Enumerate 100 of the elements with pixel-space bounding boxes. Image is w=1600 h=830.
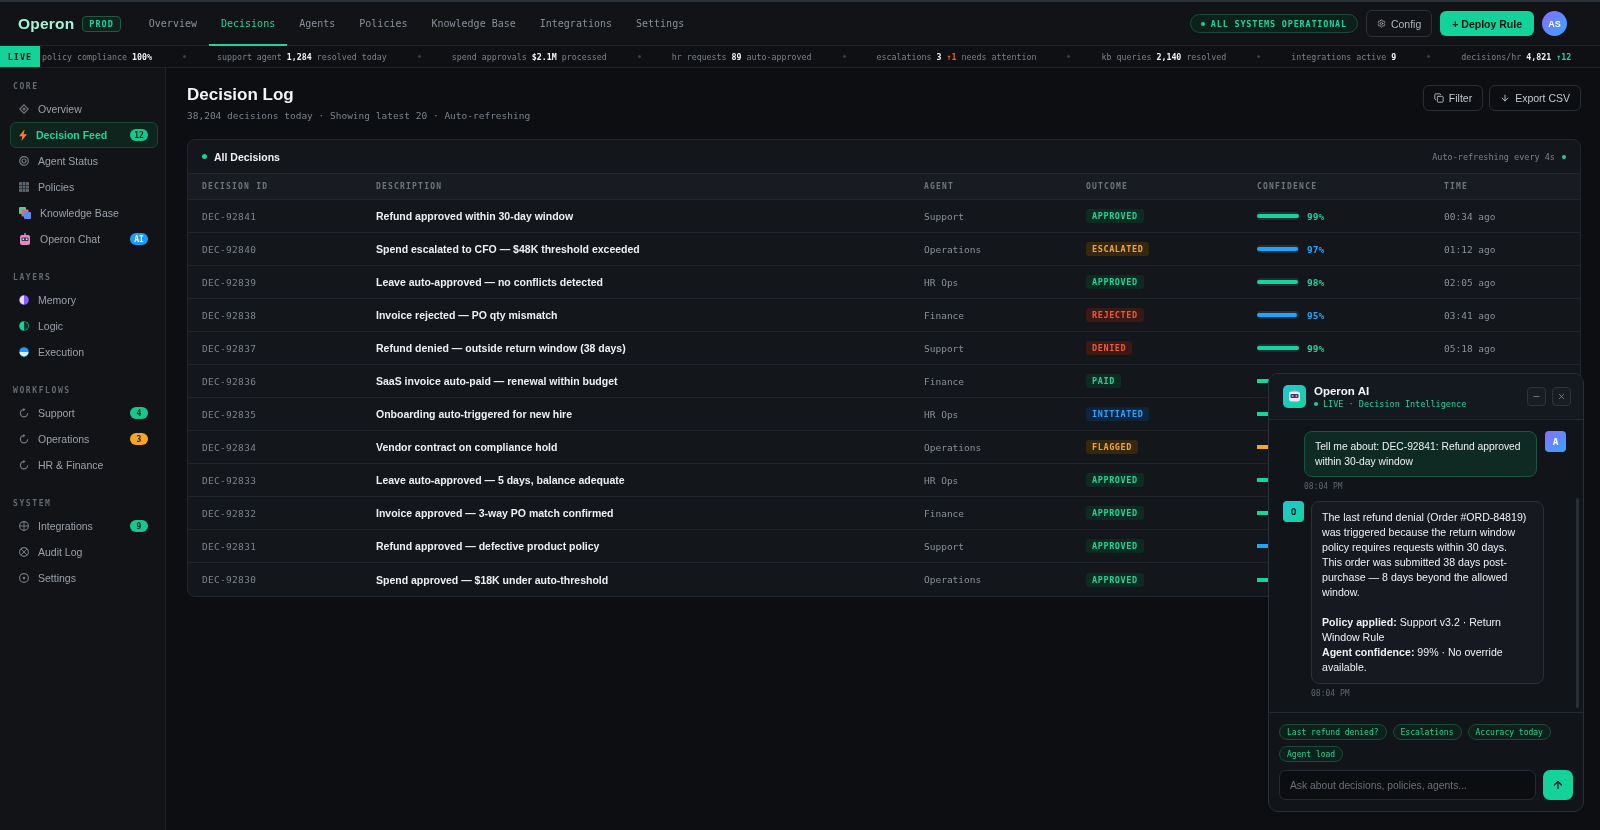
decision-description: Invoice approved — 3-way PO match confirmed [376,507,614,519]
stacked-squares-icon [19,207,31,219]
ticker-label: resolved today [316,51,387,62]
deploy-rule-button[interactable]: + Deploy Rule [1440,11,1534,36]
message-time: 08:04 PM [1311,689,1350,698]
robot-icon [19,233,31,245]
page-subtitle: 38,204 decisions today · Showing latest 20 · Auto-refreshing [187,109,531,122]
outcome-badge: APPROVED [1086,209,1144,223]
export-button[interactable]: Export CSV [1489,85,1581,111]
outcome-badge: PAID [1086,374,1121,388]
nav-tab[interactable]: Knowledge Base [419,2,528,46]
decision-description: Spend approved — $18K under auto-threshold [376,573,609,586]
nav-item[interactable]: Memory [10,287,158,313]
nav-tab[interactable]: Agents [287,2,348,46]
nav-item[interactable]: Support 4 [10,400,158,426]
half-circle-icon [19,347,29,357]
suggestion-chip[interactable]: Last refund denied? [1279,724,1387,740]
ticker-label: spend approvals [451,51,527,62]
suggestion-chip[interactable]: Agent load [1279,746,1344,762]
decision-id: DEC-92837 [202,342,257,354]
time-ago: 03:41 ago [1444,309,1496,321]
agent-name: Operations [924,243,982,255]
count-badge: 3 [130,433,148,445]
nav-item[interactable]: Knowledge Base [10,200,158,226]
half-circle-icon [19,295,29,305]
nav-item[interactable]: Operations 3 [10,426,158,452]
nav-item[interactable]: Decision Feed 12 [10,122,158,148]
count-badge: 4 [130,407,148,419]
agent-name: Finance [924,375,965,387]
environment-badge: PROD [82,15,121,32]
ticker-value: $2.1M [531,51,557,62]
count-badge: 9 [130,520,148,532]
column-header: DECISION ID [202,182,269,191]
agent-name: HR Ops [924,408,959,420]
chat-input[interactable]: Ask about decisions, policies, agents... [1279,770,1536,800]
time-ago: 01:12 ago [1444,243,1496,255]
agent-name: Finance [924,507,965,519]
ticker-value: 1,284 [286,51,312,62]
outcome-badge: FLAGGED [1086,440,1139,454]
decision-description: Refund approved — defective product policy [376,540,600,552]
column-header: TIME [1444,182,1469,191]
nav-item[interactable]: Operon Chat AI [10,226,158,252]
nav-item[interactable]: Execution [10,339,158,365]
decision-id: DEC-92831 [202,540,257,552]
target-icon [19,156,29,166]
outcome-badge: APPROVED [1086,506,1144,520]
nav-tab[interactable]: Policies [347,2,420,46]
suggestion-chip[interactable]: Accuracy today [1467,724,1551,740]
decision-id: DEC-92836 [202,375,257,387]
agent-name: HR Ops [924,276,959,288]
nav-item[interactable]: Logic [10,313,158,339]
settings-icon [1376,19,1386,28]
nav-tab[interactable]: Integrations [527,2,624,46]
message-text: Policy applied: Support v3.2 · Return Window Rule Agent confidence: 99% · No override available. [1322,615,1504,675]
ticker-value: 4,821 [1526,51,1552,62]
time-ago: 00:34 ago [1444,210,1496,222]
decision-description: Invoice rejected — PO qty mismatch [376,309,558,321]
user-avatar: A [1545,431,1566,452]
ticker-trend: ↑1 [946,51,957,62]
suggestion-chip[interactable]: Escalations [1392,724,1462,740]
nav-item[interactable]: Settings [10,565,158,591]
decision-description: Refund approved within 30-day window [376,210,574,222]
section-heading: SYSTEM [13,498,52,510]
confidence-value: 97% [1307,243,1325,255]
ticker-value: 9 [1391,51,1397,62]
ticker-value: 2,140 [1156,51,1182,62]
lightning-icon [19,129,27,141]
nav-item[interactable]: Audit Log [10,539,158,565]
ticker-value: 100% [131,51,152,62]
nav-item[interactable]: Policies [10,174,158,200]
nav-tab[interactable]: Settings [624,2,697,46]
agent-name: Support [924,540,965,552]
filter-button[interactable]: Filter [1422,85,1484,111]
column-header: CONFIDENCE [1257,182,1318,191]
section-heading: CORE [13,81,39,93]
column-header: DESCRIPTION [376,182,443,191]
system-status-text: ALL SYSTEMS OPERATIONAL [1210,18,1347,29]
nav-item[interactable]: Agent Status [10,148,158,174]
grid-icon [19,182,29,192]
chat-status: LIVE · Decision Intelligence [1323,398,1467,409]
decision-id: DEC-92839 [202,276,257,288]
nav-item[interactable]: Overview [10,96,158,122]
circular-arrow-icon [19,434,29,444]
decision-description: Leave auto-approved — 5 days, balance adequate [376,474,625,486]
nav-item[interactable]: HR & Finance [10,452,158,478]
nav-tab[interactable]: Overview [136,2,209,46]
close-button[interactable] [1552,387,1571,406]
decision-description: Vendor contract on compliance hold [376,441,558,453]
agent-name: Operations [924,441,982,453]
ticker-value: 3 [936,51,942,62]
logo: Operon [18,14,75,33]
nav-item[interactable]: Integrations 9 [10,513,158,539]
robot-icon [1283,385,1306,408]
send-button[interactable] [1543,770,1573,800]
agent-name: Operations [924,574,982,585]
circular-arrow-icon [19,408,29,418]
confidence-value: 99% [1307,342,1325,354]
ticker-label: resolved [1186,51,1227,62]
status-dot-icon [202,154,207,159]
config-button[interactable]: Config [1365,10,1433,37]
